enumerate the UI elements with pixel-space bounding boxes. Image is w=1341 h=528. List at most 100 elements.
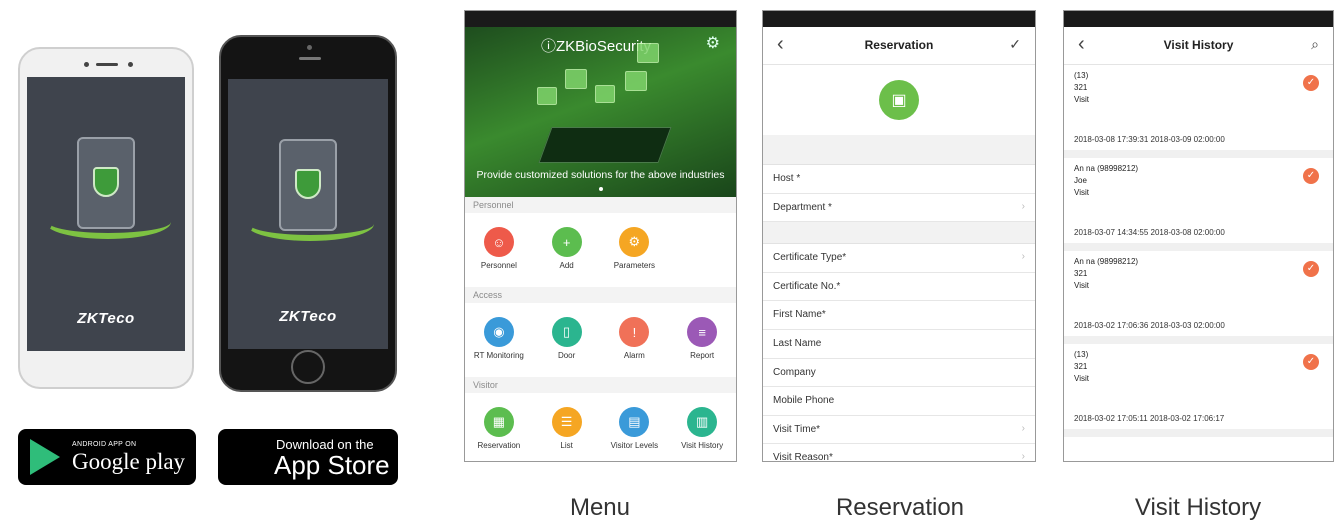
section-divider [763, 143, 1035, 165]
history-record[interactable]: An na (98998212) 321 Visit ✓ 2018-03-02 … [1064, 251, 1333, 344]
swoosh-decoration [246, 207, 374, 241]
field-label: Department * [773, 201, 832, 213]
menu-item-visitor-levels[interactable]: ▤ Visitor Levels [601, 401, 669, 461]
record-times: 2018-03-07 14:34:55 2018-03-08 02:00:00 [1074, 228, 1225, 237]
carousel-indicator[interactable] [598, 187, 603, 191]
menu-item-reservation[interactable]: ▦ Reservation [465, 401, 533, 461]
visitor-levels-icon: ▤ [619, 407, 650, 437]
field-mobile-phone[interactable]: Mobile Phone [763, 387, 1035, 416]
gear-icon[interactable]: ⚙ [706, 33, 720, 53]
field-label: Certificate No.* [773, 280, 841, 292]
search-icon[interactable]: ⌕ [1311, 36, 1319, 53]
field-certificate-type[interactable]: Certificate Type* › [763, 244, 1035, 273]
menu-item-add[interactable]: + Add [533, 221, 601, 287]
history-record[interactable]: (13) 321 Visit ✓ 2018-03-02 17:05:11 201… [1064, 344, 1333, 437]
swoosh-decoration [45, 205, 171, 239]
section-visitor: Visitor [465, 377, 736, 393]
shield-icon [93, 167, 119, 197]
avatar-section: ▣ [763, 65, 1035, 143]
empty-cell [668, 221, 736, 287]
page-title: Reservation [864, 38, 934, 52]
avatar-icon[interactable]: ▣ [879, 80, 919, 120]
menu-item-label: Visit History [681, 441, 724, 450]
menu-item-label: Alarm [623, 351, 645, 360]
field-label: Visit Reason* [773, 452, 833, 462]
record-host: (13) [1074, 71, 1089, 80]
chevron-right-icon: › [1021, 422, 1025, 434]
zkbiosecurity-logo: ⓘZKBioSecurity [541, 38, 652, 55]
menu-item-label: Parameters [613, 261, 656, 270]
industry-tile [595, 85, 615, 103]
menu-item-label: Report [690, 351, 715, 360]
visit-history-icon: ▥ [687, 407, 718, 437]
field-host[interactable]: Host * [763, 165, 1035, 194]
record-visitor: Joe [1074, 176, 1087, 185]
field-visit-time[interactable]: Visit Time* › [763, 416, 1035, 445]
menu-item-label: Personnel [480, 261, 517, 270]
menu-item-door[interactable]: ▯ Door [533, 311, 601, 377]
reservation-navbar: ‹ Reservation ✓ [763, 27, 1035, 65]
status-bar [465, 11, 736, 27]
black-phone: ZKTeco [219, 35, 397, 392]
history-record[interactable]: An na (98998212) Joe Visit ✓ 2018-03-07 … [1064, 158, 1333, 251]
camera-dot [307, 45, 312, 50]
menu-item-parameters[interactable]: ⚙ Parameters [601, 221, 669, 287]
field-visit-reason[interactable]: Visit Reason* › [763, 444, 1035, 462]
record-times: 2018-03-02 17:06:36 2018-03-03 02:00:00 [1074, 321, 1225, 330]
field-certificate-no[interactable]: Certificate No.* [763, 273, 1035, 302]
field-label: Mobile Phone [773, 395, 835, 407]
record-reason: Visit [1074, 188, 1089, 197]
banner-caption: Provide customized solutions for the abo… [476, 169, 725, 181]
field-label: First Name* [773, 309, 826, 321]
home-button[interactable] [291, 350, 325, 384]
visitor-row: ▦ Reservation ☰ List ▤ Visitor Levels ▥ … [465, 393, 736, 461]
caption-reservation: Reservation [835, 494, 965, 521]
section-divider [763, 222, 1035, 245]
reservation-icon: ▦ [483, 407, 514, 437]
check-icon[interactable]: ✓ [1009, 36, 1021, 53]
monitoring-icon: ◉ [483, 317, 514, 347]
record-visitor: 321 [1074, 362, 1088, 371]
menu-item-alarm[interactable]: ! Alarm [601, 311, 669, 377]
person-icon: ☺ [483, 227, 514, 257]
menu-item-visit-history[interactable]: ▥ Visit History [668, 401, 736, 461]
chevron-right-icon: › [1021, 451, 1025, 462]
menu-item-label: Add [559, 261, 574, 270]
record-host: (13) [1074, 350, 1089, 359]
industry-tile [637, 43, 659, 63]
history-record[interactable]: (13) 321 Visit ✓ 2018-03-08 17:39:31 201… [1064, 65, 1333, 158]
menu-item-personnel[interactable]: ☺ Personnel [465, 221, 533, 287]
industry-tile [565, 69, 587, 89]
field-company[interactable]: Company [763, 359, 1035, 388]
record-reason: Visit [1074, 281, 1089, 290]
google-play-badge[interactable]: ANDROID APP ON Google play [18, 429, 196, 485]
record-host: An na (98998212) [1074, 257, 1139, 266]
google-play-text: Google play [72, 449, 186, 474]
section-personnel: Personnel [465, 197, 736, 213]
menu-item-list[interactable]: ☰ List [533, 401, 601, 461]
shield-icon [295, 169, 321, 199]
record-host: An na (98998212) [1074, 164, 1139, 173]
record-times: 2018-03-02 17:05:11 2018-03-02 17:06:17 [1074, 414, 1225, 423]
google-play-small-text: ANDROID APP ON [72, 441, 137, 448]
splash-screen: ZKTeco [228, 79, 388, 349]
google-play-icon [30, 439, 60, 475]
menu-item-rt-monitoring[interactable]: ◉ RT Monitoring [465, 311, 533, 377]
caption-visit-history: Visit History [1134, 494, 1262, 521]
speaker [96, 63, 118, 66]
app-store-badge[interactable]: Download on the App Store [218, 429, 398, 485]
field-label: Last Name [773, 337, 822, 349]
field-last-name[interactable]: Last Name [763, 330, 1035, 359]
field-label: Host * [773, 173, 801, 184]
field-department[interactable]: Department * › [763, 194, 1035, 223]
record-reason: Visit [1074, 95, 1089, 104]
parameters-icon: ⚙ [619, 227, 650, 257]
menu-item-report[interactable]: ≡ Report [668, 311, 736, 377]
field-first-name[interactable]: First Name* [763, 301, 1035, 330]
door-icon: ▯ [551, 317, 582, 347]
check-icon: ✓ [1303, 75, 1319, 91]
brand-logo: ZKTeco [279, 308, 337, 325]
menu-item-label: Visitor Levels [610, 441, 659, 450]
white-phone: ZKTeco [18, 47, 194, 389]
speaker [299, 57, 321, 60]
